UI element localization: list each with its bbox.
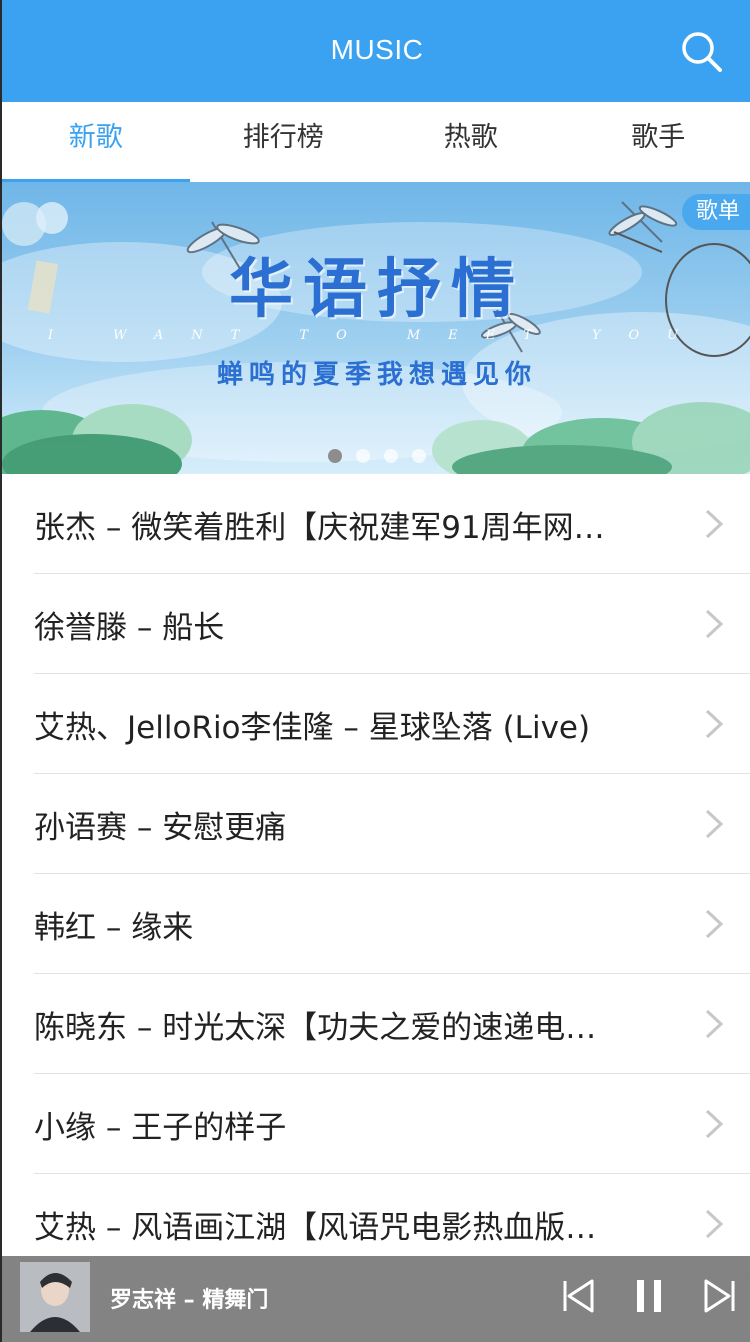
album-art[interactable]: [20, 1262, 90, 1332]
song-title: 小缘 – 王子的样子: [34, 1110, 287, 1146]
chevron-right-icon: [705, 909, 724, 939]
banner-carousel[interactable]: 歌单 华语抒情 I WANT TO MEET YOU 蝉鸣的夏季我想遇见你: [2, 182, 750, 474]
app-title: MUSIC: [330, 34, 424, 65]
song-title: 张杰 – 微笑着胜利【庆祝建军91周年网…: [34, 510, 605, 546]
song-row[interactable]: 韩红 – 缘来: [34, 874, 750, 974]
song-row[interactable]: 陈晓东 – 时光太深【功夫之爱的速递电…: [34, 974, 750, 1074]
tab-new-songs[interactable]: 新歌: [2, 102, 190, 182]
tab-hot-songs[interactable]: 热歌: [377, 102, 565, 182]
chevron-right-icon: [705, 1209, 724, 1239]
carousel-dot[interactable]: [328, 449, 342, 463]
song-title: 韩红 – 缘来: [34, 910, 194, 946]
pause-icon[interactable]: [629, 1276, 669, 1316]
song-title: 徐誉滕 – 船长: [34, 610, 225, 646]
chevron-right-icon: [705, 709, 724, 739]
app-header: MUSIC: [2, 0, 750, 102]
tab-charts[interactable]: 排行榜: [190, 102, 378, 182]
chevron-right-icon: [705, 1109, 724, 1139]
tab-bar: 新歌 排行榜 热歌 歌手: [2, 102, 750, 182]
tab-singers[interactable]: 歌手: [565, 102, 750, 182]
song-row[interactable]: 艾热、JelloRio李佳隆 – 星球坠落 (Live): [34, 674, 750, 774]
song-title: 孙语赛 – 安慰更痛: [34, 810, 287, 846]
song-row[interactable]: 张杰 – 微笑着胜利【庆祝建军91周年网…: [34, 474, 750, 574]
carousel-indicator: [328, 449, 426, 463]
chevron-right-icon: [705, 509, 724, 539]
song-list: 张杰 – 微笑着胜利【庆祝建军91周年网… 徐誉滕 – 船长 艾热、JelloR…: [2, 474, 750, 1274]
carousel-dot[interactable]: [356, 449, 370, 463]
chevron-right-icon: [705, 609, 724, 639]
carousel-dot[interactable]: [412, 449, 426, 463]
app-frame: MUSIC 新歌 排行榜 热歌 歌手 歌单 华语抒情 I WANT TO MEE…: [0, 0, 750, 1342]
next-icon[interactable]: [699, 1276, 739, 1316]
search-icon[interactable]: [680, 30, 724, 74]
song-row[interactable]: 徐誉滕 – 船长: [34, 574, 750, 674]
now-playing-title: 罗志祥 – 精舞门: [110, 1288, 269, 1313]
banner-subtitle-en: I WANT TO MEET YOU: [47, 328, 707, 343]
playlist-badge: 歌单: [681, 194, 750, 230]
song-row[interactable]: 小缘 – 王子的样子: [34, 1074, 750, 1174]
chevron-right-icon: [705, 809, 724, 839]
banner-subtitle-cn: 蝉鸣的夏季我想遇见你: [216, 360, 537, 390]
song-title: 艾热、JelloRio李佳隆 – 星球坠落 (Live): [34, 710, 591, 746]
banner-title: 华语抒情: [229, 253, 525, 327]
previous-icon[interactable]: [559, 1276, 599, 1316]
song-title: 陈晓东 – 时光太深【功夫之爱的速递电…: [34, 1010, 597, 1046]
song-title: 艾热 – 风语画江湖【风语咒电影热血版…: [34, 1210, 597, 1246]
chevron-right-icon: [705, 1009, 724, 1039]
song-row[interactable]: 孙语赛 – 安慰更痛: [34, 774, 750, 874]
carousel-dot[interactable]: [384, 449, 398, 463]
mini-player[interactable]: 罗志祥 – 精舞门: [2, 1256, 750, 1342]
